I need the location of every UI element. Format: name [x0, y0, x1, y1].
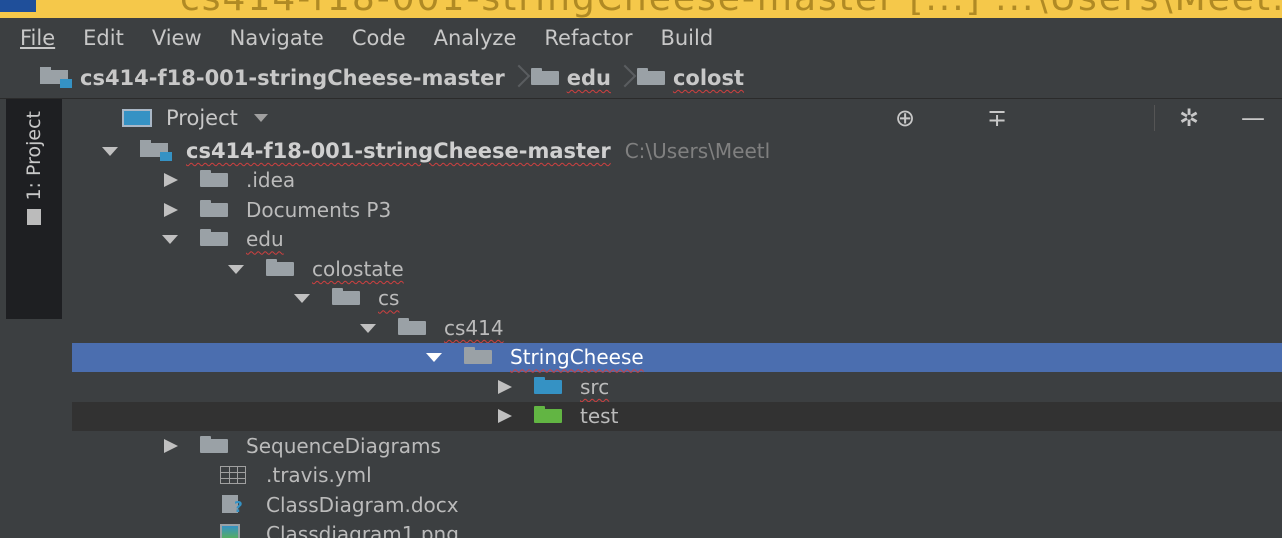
folder-icon — [266, 258, 294, 276]
folder-icon — [332, 288, 360, 306]
project-tree: cs414-f18-001-stringCheese-master C:\Use… — [72, 137, 1282, 538]
folder-icon — [530, 68, 559, 85]
breadcrumb: cs414-f18-001-stringCheese-master edu co… — [0, 58, 1282, 99]
folder-icon — [200, 170, 228, 188]
collapse-arrow-icon[interactable] — [494, 377, 514, 397]
collapse-arrow-icon[interactable] — [160, 200, 180, 220]
menu-refactor[interactable]: Refactor — [530, 26, 646, 50]
folder-icon — [398, 317, 426, 335]
project-panel-header: Project ⊕ ∓ ✲ — — [72, 99, 1282, 138]
project-view-selector[interactable]: Project — [122, 106, 268, 130]
tree-item-stringcheese[interactable]: StringCheese — [72, 342, 1282, 372]
minimize-icon[interactable]: — — [1238, 106, 1268, 130]
app-logo-icon — [0, 0, 36, 12]
breadcrumb-edu[interactable]: edu — [530, 66, 611, 90]
tree-item-colostate[interactable]: colostate — [72, 254, 1282, 284]
breadcrumb-separator — [511, 64, 525, 92]
title-bar: cs414-f18-001-stringCheese-master [...] … — [0, 0, 1282, 18]
collapse-arrow-icon[interactable] — [160, 436, 180, 456]
tree-item-travis-yml[interactable]: .travis.yml — [72, 461, 1282, 491]
unknown-file-icon: ? — [220, 494, 246, 515]
expand-arrow-icon[interactable] — [100, 141, 120, 161]
folder-icon — [200, 435, 228, 453]
source-folder-icon — [534, 376, 562, 394]
module-icon — [40, 67, 72, 88]
folder-icon — [200, 199, 228, 217]
menu-build[interactable]: Build — [646, 26, 727, 50]
gear-icon[interactable]: ✲ — [1174, 106, 1204, 130]
expand-arrow-icon[interactable] — [226, 259, 246, 279]
breadcrumb-colostate[interactable]: colost — [636, 66, 744, 90]
breadcrumb-root[interactable]: cs414-f18-001-stringCheese-master — [40, 66, 505, 90]
collapse-arrow-icon[interactable] — [160, 170, 180, 190]
tool-window-strip: 1: Project — [0, 99, 73, 538]
chevron-down-icon — [253, 114, 268, 122]
expand-arrow-icon[interactable] — [424, 347, 444, 367]
crosshair-icon[interactable]: ⊕ — [890, 106, 920, 130]
tree-item-classdiagram1-png[interactable]: Classdiagram1.png — [72, 520, 1282, 538]
tree-item-edu[interactable]: edu — [72, 225, 1282, 255]
collapse-arrow-icon[interactable] — [494, 406, 514, 426]
image-file-icon — [220, 524, 240, 538]
project-tool-tab[interactable]: 1: Project — [6, 99, 62, 319]
tree-item-classdiagram-docx[interactable]: ? ClassDiagram.docx — [72, 490, 1282, 520]
tree-item-test[interactable]: test — [72, 401, 1282, 431]
tree-item-idea[interactable]: .idea — [72, 166, 1282, 196]
window-icon — [122, 109, 152, 127]
expand-arrow-icon[interactable] — [160, 229, 180, 249]
menu-analyze[interactable]: Analyze — [420, 26, 531, 50]
tree-item-documents-p3[interactable]: Documents P3 — [72, 195, 1282, 225]
tree-item-sequencediagrams[interactable]: SequenceDiagrams — [72, 431, 1282, 461]
folder-icon — [464, 347, 492, 365]
yml-file-icon — [220, 466, 246, 485]
menu-bar: File Edit View Navigate Code Analyze Ref… — [0, 18, 1282, 58]
menu-navigate[interactable]: Navigate — [216, 26, 338, 50]
menu-view[interactable]: View — [138, 26, 216, 50]
module-icon — [140, 139, 172, 161]
expand-arrow-icon[interactable] — [358, 318, 378, 338]
test-folder-icon — [534, 406, 562, 424]
breadcrumb-separator — [617, 64, 631, 92]
tree-item-src[interactable]: src — [72, 372, 1282, 402]
folder-icon — [636, 68, 665, 85]
menu-code[interactable]: Code — [338, 26, 420, 50]
window-title: cs414-f18-001-stringCheese-master [...] … — [180, 0, 1282, 18]
header-divider — [1154, 105, 1155, 131]
folder-icon — [200, 229, 228, 247]
menu-file[interactable]: File — [0, 26, 69, 50]
collapse-all-icon[interactable]: ∓ — [982, 106, 1012, 130]
project-icon — [27, 208, 41, 225]
tree-item-cs414[interactable]: cs414 — [72, 313, 1282, 343]
tree-item-cs[interactable]: cs — [72, 284, 1282, 314]
tree-root[interactable]: cs414-f18-001-stringCheese-master C:\Use… — [72, 137, 1282, 166]
menu-edit[interactable]: Edit — [69, 26, 138, 50]
expand-arrow-icon[interactable] — [292, 288, 312, 308]
